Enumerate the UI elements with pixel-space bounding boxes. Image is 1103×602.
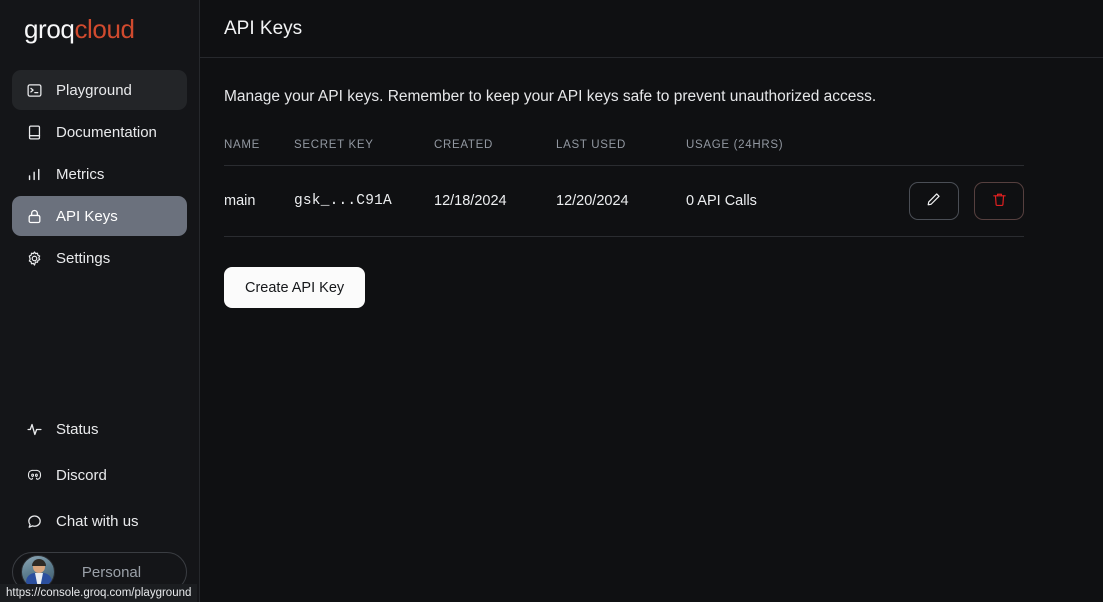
page-title: API Keys — [224, 17, 303, 39]
column-header-usage: USAGE (24HRS) — [686, 139, 896, 166]
table-header-row: NAME SECRET KEY CREATED LAST USED USAGE … — [224, 139, 1024, 166]
table-body: main gsk_...C91A 12/18/2024 12/20/2024 0… — [224, 165, 1024, 237]
create-api-key-button[interactable]: Create API Key — [224, 267, 366, 308]
status-bar-url: https://console.groq.com/playground — [6, 587, 192, 599]
sidebar-item-label: Settings — [56, 249, 111, 267]
brand-logo[interactable]: groq cloud — [0, 0, 199, 58]
sidebar-item-label: Status — [56, 420, 99, 438]
content-body: Manage your API keys. Remember to keep y… — [200, 58, 1103, 308]
brand-logo-cloud: cloud — [74, 13, 135, 44]
sidebar-item-chat-with-us[interactable]: Chat with us — [12, 502, 187, 540]
cell-actions — [896, 165, 1024, 237]
sidebar-item-api-keys[interactable]: API Keys — [12, 196, 187, 236]
cell-usage: 0 API Calls — [686, 165, 896, 237]
column-header-secret: SECRET KEY — [294, 139, 434, 166]
trash-icon — [991, 191, 1008, 212]
delete-api-key-button[interactable] — [974, 182, 1024, 220]
cell-created: 12/18/2024 — [434, 165, 556, 237]
sidebar-item-status[interactable]: Status — [12, 410, 187, 448]
bar-chart-icon — [26, 166, 43, 183]
column-header-last-used: LAST USED — [556, 139, 686, 166]
book-icon — [26, 124, 43, 141]
sidebar-item-settings[interactable]: Settings — [12, 238, 187, 278]
lock-icon — [26, 208, 43, 225]
page-description: Manage your API keys. Remember to keep y… — [224, 88, 877, 105]
app-root: groq cloud Playground Documentation Metr… — [0, 0, 1103, 602]
column-header-actions — [896, 139, 1024, 166]
sidebar-item-label: Discord — [56, 466, 107, 484]
discord-icon — [26, 467, 43, 484]
sidebar: groq cloud Playground Documentation Metr… — [0, 0, 200, 602]
table-row: main gsk_...C91A 12/18/2024 12/20/2024 0… — [224, 165, 1024, 237]
account-label: Personal — [81, 563, 142, 581]
pencil-icon — [925, 191, 942, 212]
column-header-name: NAME — [224, 139, 294, 166]
sidebar-item-documentation[interactable]: Documentation — [12, 112, 187, 152]
cell-last-used: 12/20/2024 — [556, 165, 686, 237]
main-content: API Keys Manage your API keys. Remember … — [200, 0, 1103, 602]
activity-icon — [26, 421, 43, 438]
sidebar-item-discord[interactable]: Discord — [12, 456, 187, 494]
sidebar-item-label: API Keys — [56, 207, 118, 225]
api-keys-table: NAME SECRET KEY CREATED LAST USED USAGE … — [224, 139, 1024, 237]
sidebar-nav-primary: Playground Documentation Metrics API Key… — [0, 58, 199, 278]
chat-bubble-icon — [26, 513, 43, 530]
sidebar-item-playground[interactable]: Playground — [12, 70, 187, 110]
gear-icon — [26, 250, 43, 267]
sidebar-item-label: Metrics — [56, 165, 105, 183]
browser-status-bar: https://console.groq.com/playground — [0, 584, 198, 602]
sidebar-item-label: Documentation — [56, 123, 157, 141]
cell-name: main — [224, 165, 294, 237]
edit-api-key-button[interactable] — [908, 182, 959, 220]
page-header: API Keys — [200, 0, 1103, 58]
terminal-icon — [26, 82, 43, 99]
sidebar-nav-secondary: Status Discord Chat with us Personal — [0, 410, 199, 602]
table-header: NAME SECRET KEY CREATED LAST USED USAGE … — [224, 139, 1024, 166]
cell-secret-key: gsk_...C91A — [294, 165, 434, 237]
brand-logo-groq: groq — [24, 13, 75, 44]
sidebar-item-label: Playground — [56, 81, 132, 99]
sidebar-item-label: Chat with us — [56, 512, 139, 530]
sidebar-item-metrics[interactable]: Metrics — [12, 154, 187, 194]
column-header-created: CREATED — [434, 139, 556, 166]
